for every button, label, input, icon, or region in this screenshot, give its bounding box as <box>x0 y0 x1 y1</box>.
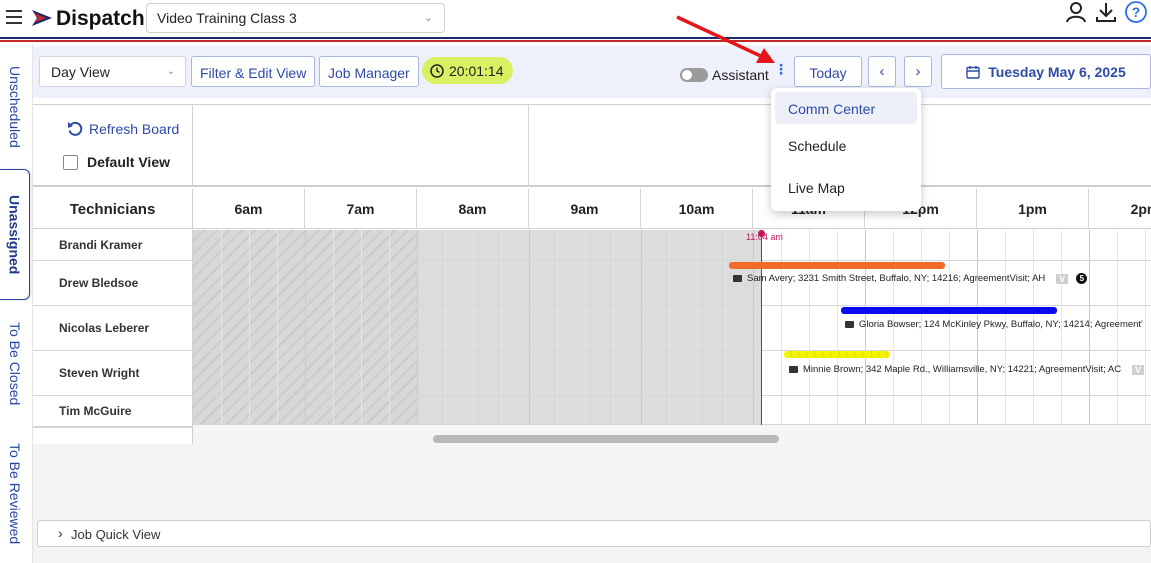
tab-unscheduled-label: Unscheduled <box>7 66 23 148</box>
view-select[interactable]: Day View ⌄ <box>39 56 186 87</box>
tab-to-be-reviewed[interactable]: To Be Reviewed <box>0 432 30 556</box>
visit-badge: V <box>1132 364 1145 375</box>
menu-item-live-map[interactable]: Live Map <box>775 171 917 203</box>
calendar-icon <box>966 65 980 79</box>
app-title: Dispatch <box>56 7 145 30</box>
refresh-board-button[interactable]: Refresh Board <box>67 121 179 137</box>
prev-day-button[interactable]: ‹ <box>868 56 896 87</box>
dispatch-board: Refresh Board Default View Technicians 6… <box>33 104 1151 445</box>
technician-row[interactable]: Drew Bledsoe <box>33 261 193 306</box>
view-select-value: Day View <box>51 64 110 80</box>
horizontal-scrollbar[interactable] <box>193 425 1151 445</box>
scrollbar-thumb[interactable] <box>433 435 779 443</box>
more-options-menu: Comm Center Schedule Live Map <box>771 88 921 211</box>
board-header-band <box>193 105 1151 187</box>
checkbox-icon[interactable] <box>63 154 78 170</box>
hour-label: 9am <box>529 189 641 229</box>
user-icon[interactable] <box>1064 0 1088 24</box>
tab-unassigned[interactable]: Unassigned <box>0 169 30 300</box>
tab-to-be-closed-label: To Be Closed <box>7 322 23 406</box>
count-badge: 5 <box>1076 273 1088 284</box>
default-view-checkbox[interactable]: Default View <box>63 154 170 170</box>
technician-list: Brandi Kramer Drew Bledsoe Nicolas Leber… <box>33 230 193 427</box>
side-tabs: Unscheduled Unassigned To Be Closed To B… <box>0 44 33 563</box>
assistant-label: Assistant <box>712 67 769 83</box>
folder-icon <box>789 366 798 373</box>
job-bar[interactable] <box>784 351 890 358</box>
chevron-down-icon: ⌄ <box>423 12 433 24</box>
visit-badge: V <box>1056 273 1069 284</box>
job-bar[interactable] <box>841 307 1057 314</box>
job-quick-view-toggle[interactable]: › Job Quick View <box>37 520 1151 547</box>
schedule-grid[interactable]: 11:04 am Sam Avery; 3231 Smith Street, B… <box>193 230 1151 425</box>
folder-icon <box>845 321 854 328</box>
job-label[interactable]: Gloria Bowser; 124 McKinley Pkwy, Buffal… <box>845 319 1143 330</box>
workspace-select[interactable]: Video Training Class 3 ⌄ <box>146 3 445 33</box>
top-bar: Dispatch Video Training Class 3 ⌄ ? <box>0 0 1151 38</box>
hour-label: 8am <box>417 189 529 229</box>
assistant-toggle[interactable] <box>680 68 708 82</box>
grid-row <box>193 396 1151 425</box>
download-icon[interactable] <box>1094 0 1118 24</box>
tab-to-be-closed[interactable]: To Be Closed <box>0 312 30 416</box>
timer-value: 20:01:14 <box>449 62 504 79</box>
current-time-line <box>761 230 762 425</box>
filter-edit-view-button[interactable]: Filter & Edit View <box>191 56 316 87</box>
session-timer: 20:01:14 <box>422 57 513 84</box>
job-bar[interactable] <box>729 262 945 269</box>
dispatch-logo-icon <box>32 10 52 26</box>
hours-header: 6am 7am 8am 9am 10am 11am 12pm 1pm 2pm <box>193 189 1151 229</box>
technician-row[interactable]: Nicolas Leberer <box>33 306 193 351</box>
board-left-footer <box>33 427 193 445</box>
toolbar: Day View ⌄ Filter & Edit View Job Manage… <box>33 46 1151 98</box>
today-button[interactable]: Today <box>794 56 862 87</box>
technician-row[interactable]: Steven Wright <box>33 351 193 396</box>
hamburger-menu-icon[interactable] <box>6 10 22 24</box>
hour-label: 10am <box>641 189 753 229</box>
board-controls: Refresh Board Default View <box>33 105 193 187</box>
job-label-text: Sam Avery; 3231 Smith Street, Buffalo, N… <box>747 273 1046 284</box>
chevron-right-icon: › <box>915 63 921 80</box>
folder-icon <box>733 275 742 282</box>
menu-item-comm-center[interactable]: Comm Center <box>775 92 917 124</box>
hour-label: 2pm <box>1130 201 1151 217</box>
chevron-left-icon: ‹ <box>879 63 885 80</box>
clock-icon <box>430 63 444 78</box>
brand-stripe <box>0 37 1151 42</box>
default-view-label: Default View <box>87 154 170 170</box>
chevron-right-icon: › <box>58 525 63 541</box>
tab-unassigned-label: Unassigned <box>6 194 23 275</box>
tab-unscheduled[interactable]: Unscheduled <box>0 52 30 162</box>
job-label-text: Minnie Brown; 342 Maple Rd., Williamsvil… <box>803 364 1122 375</box>
refresh-icon <box>68 121 83 136</box>
hour-label: 6am <box>193 189 305 229</box>
help-icon[interactable]: ? <box>1124 0 1148 24</box>
tab-to-be-reviewed-label: To Be Reviewed <box>7 443 23 545</box>
date-picker-button[interactable]: Tuesday May 6, 2025 <box>941 54 1151 89</box>
job-label[interactable]: Minnie Brown; 342 Maple Rd., Williamsvil… <box>789 364 1145 375</box>
grid-row <box>193 230 1151 261</box>
chevron-down-icon: ⌄ <box>166 66 175 77</box>
current-time-label: 11:04 am <box>746 232 783 242</box>
svg-text:?: ? <box>1132 4 1141 20</box>
technician-row[interactable]: Brandi Kramer <box>33 230 193 261</box>
date-label: Tuesday May 6, 2025 <box>988 63 1126 80</box>
job-quick-view-label: Job Quick View <box>71 527 161 542</box>
refresh-board-label: Refresh Board <box>89 121 180 137</box>
technicians-header: Technicians <box>33 189 193 229</box>
more-options-icon[interactable]: ⋮ <box>774 62 788 84</box>
workspace-select-value: Video Training Class 3 <box>157 10 297 26</box>
job-manager-button[interactable]: Job Manager <box>319 56 419 87</box>
job-label-text: Gloria Bowser; 124 McKinley Pkwy, Buffal… <box>859 319 1143 330</box>
next-day-button[interactable]: › <box>904 56 932 87</box>
technician-row[interactable]: Tim McGuire <box>33 396 193 427</box>
hour-label: 7am <box>305 189 417 229</box>
hour-label: 1pm <box>977 189 1089 229</box>
job-label[interactable]: Sam Avery; 3231 Smith Street, Buffalo, N… <box>733 273 1088 284</box>
menu-item-schedule[interactable]: Schedule <box>775 129 917 161</box>
